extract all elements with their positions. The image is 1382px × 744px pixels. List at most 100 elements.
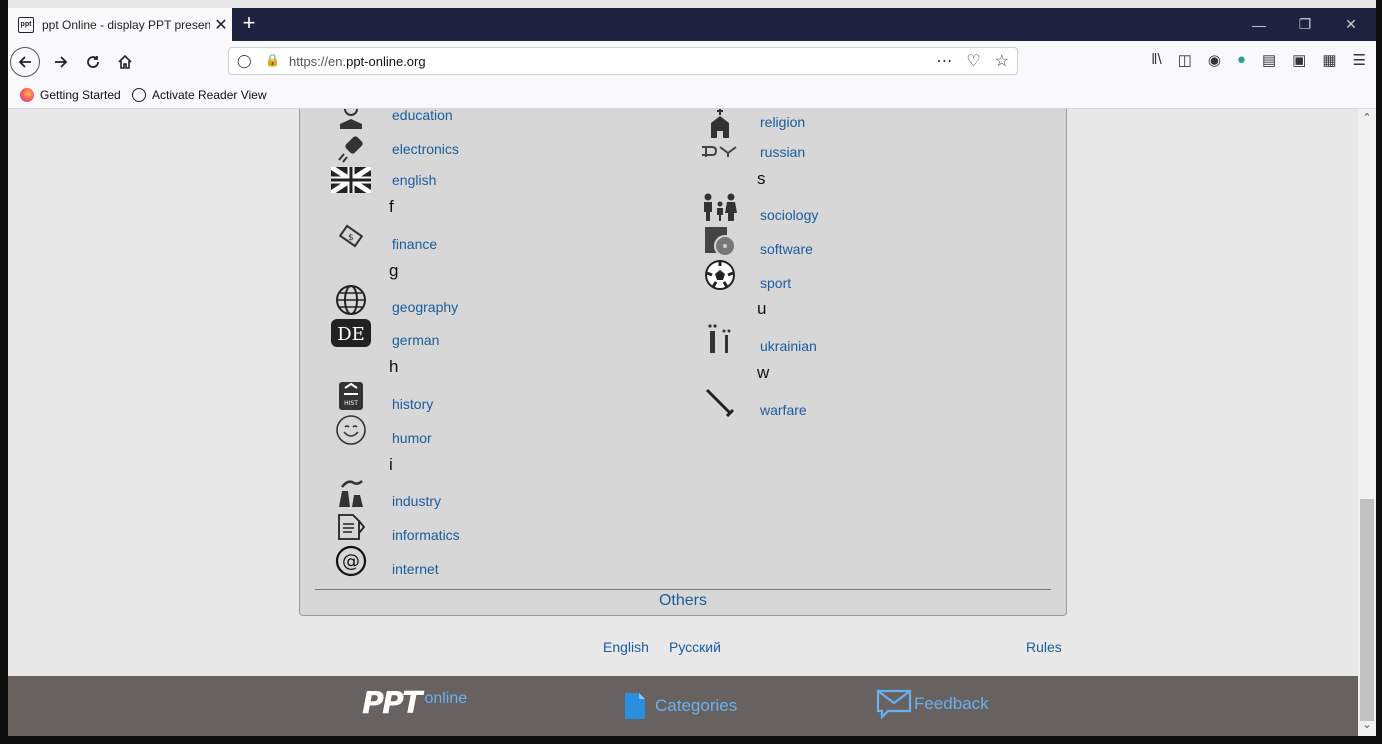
history-icon: HIST bbox=[331, 379, 371, 413]
category-link-industry[interactable]: industry bbox=[392, 493, 441, 509]
bookmark-star-icon[interactable]: ☆ bbox=[995, 51, 1009, 71]
url-text[interactable]: https://en.ppt-online.org bbox=[289, 54, 426, 69]
category-link-sociology[interactable]: sociology bbox=[760, 207, 818, 223]
categories-label: Categories bbox=[655, 696, 738, 715]
home-icon bbox=[118, 54, 132, 69]
education-icon bbox=[331, 109, 371, 134]
informatics-icon bbox=[331, 510, 371, 544]
page-viewport: education electronics english f $ financ… bbox=[8, 109, 1358, 744]
reader-icon[interactable]: ▤ bbox=[1262, 51, 1276, 69]
letter-heading-u: u bbox=[757, 299, 767, 318]
tracking-shield-icon[interactable]: ◯ bbox=[237, 53, 252, 69]
feedback-label: Feedback bbox=[914, 694, 989, 713]
category-link-internet[interactable]: internet bbox=[392, 561, 439, 577]
ppt-favicon-icon: ppt bbox=[18, 16, 34, 33]
scroll-down-icon[interactable]: ⌄ bbox=[1358, 718, 1376, 734]
scroll-up-icon[interactable]: ⌃ bbox=[1358, 111, 1376, 127]
letter-heading-w: w bbox=[757, 363, 770, 382]
letter-heading-i: i bbox=[389, 455, 393, 474]
reload-icon bbox=[87, 56, 99, 68]
category-link-humor[interactable]: humor bbox=[392, 430, 432, 446]
bookmark-label: Getting Started bbox=[40, 88, 121, 102]
category-link-software[interactable]: software bbox=[760, 241, 813, 257]
url-prefix: https://en. bbox=[289, 54, 347, 69]
feedback-link[interactable]: Feedback bbox=[876, 689, 989, 719]
restore-icon[interactable]: ❐ bbox=[1282, 8, 1328, 41]
sword-icon bbox=[700, 386, 740, 420]
letter-heading-s: s bbox=[757, 169, 766, 188]
book-icon[interactable]: ▣ bbox=[1292, 51, 1306, 69]
category-link-german[interactable]: german bbox=[392, 332, 439, 348]
ball-icon bbox=[700, 258, 740, 292]
category-link-russian[interactable]: russian bbox=[760, 144, 805, 160]
bookmark-activate-reader-view[interactable]: Activate Reader View bbox=[132, 88, 267, 102]
window-frame-left bbox=[0, 0, 8, 744]
url-bar[interactable]: ◯ 🔒 https://en.ppt-online.org ⋯ ♡ ☆ bbox=[228, 47, 1018, 75]
category-link-ukrainian[interactable]: ukrainian bbox=[760, 338, 817, 354]
category-link-history[interactable]: history bbox=[392, 396, 433, 412]
uk-flag-icon bbox=[331, 163, 371, 197]
lock-icon[interactable]: 🔒 bbox=[265, 53, 280, 67]
letter-heading-f: f bbox=[389, 197, 394, 216]
scroll-thumb[interactable] bbox=[1360, 499, 1374, 721]
category-link-informatics[interactable]: informatics bbox=[392, 527, 460, 543]
menu-icon[interactable]: ☰ bbox=[1353, 51, 1366, 69]
categories-panel: education electronics english f $ financ… bbox=[299, 109, 1067, 616]
addons-icon[interactable]: ▦ bbox=[1322, 51, 1336, 69]
home-button[interactable] bbox=[110, 47, 140, 77]
letter-heading-g: g bbox=[389, 261, 399, 280]
account-icon[interactable]: ◉ bbox=[1208, 51, 1221, 69]
category-link-finance[interactable]: finance bbox=[392, 236, 437, 252]
globe-icon bbox=[331, 283, 371, 317]
library-icon[interactable]: ‖\ bbox=[1151, 51, 1161, 69]
back-arrow-icon bbox=[18, 56, 31, 68]
rules-link[interactable]: Rules bbox=[1026, 639, 1062, 655]
category-link-geography[interactable]: geography bbox=[392, 299, 458, 315]
titlebar: ppt ppt Online - display PPT presen ✕ + … bbox=[8, 8, 1376, 41]
family-icon bbox=[700, 190, 740, 224]
window-frame-right bbox=[1376, 0, 1382, 744]
pocket-icon[interactable]: ♡ bbox=[966, 51, 980, 71]
sidebar-icon[interactable]: ◫ bbox=[1178, 51, 1192, 69]
category-link-english[interactable]: english bbox=[392, 172, 436, 188]
forward-button[interactable] bbox=[46, 47, 76, 77]
logo-suffix: online bbox=[424, 689, 468, 707]
tab-active[interactable]: ppt ppt Online - display PPT presen ✕ bbox=[8, 8, 232, 41]
software-icon bbox=[700, 224, 740, 258]
reload-button[interactable] bbox=[78, 47, 108, 77]
lang-english-link[interactable]: English bbox=[603, 639, 649, 655]
envelope-icon bbox=[876, 689, 912, 719]
bookmark-getting-started[interactable]: Getting Started bbox=[20, 88, 121, 102]
extension-icon[interactable]: ● bbox=[1237, 51, 1246, 69]
back-button[interactable] bbox=[10, 47, 40, 77]
category-link-warfare[interactable]: warfare bbox=[760, 402, 807, 418]
bookmark-label: Activate Reader View bbox=[152, 88, 267, 102]
minimize-icon[interactable]: — bbox=[1236, 8, 1282, 41]
others-link[interactable]: Others bbox=[300, 592, 1066, 610]
new-tab-button[interactable]: + bbox=[238, 12, 260, 36]
svg-text:$: $ bbox=[348, 233, 354, 243]
smiley-icon bbox=[331, 413, 371, 447]
category-link-electronics[interactable]: electronics bbox=[392, 141, 459, 157]
forward-arrow-icon bbox=[55, 56, 68, 68]
svg-text:DE: DE bbox=[337, 324, 365, 345]
firefox-icon bbox=[20, 88, 34, 102]
home-logo-link[interactable]: PPT online bbox=[362, 686, 467, 721]
globe-icon bbox=[132, 88, 146, 102]
category-link-religion[interactable]: religion bbox=[760, 114, 805, 130]
close-icon[interactable]: ✕ bbox=[212, 15, 230, 35]
electronics-icon bbox=[331, 132, 371, 166]
category-link-education[interactable]: education bbox=[392, 109, 453, 123]
window-close-icon[interactable]: ✕ bbox=[1328, 8, 1374, 41]
os-taskbar bbox=[8, 736, 1376, 744]
categories-link[interactable]: Categories bbox=[624, 692, 737, 720]
category-link-sport[interactable]: sport bbox=[760, 275, 791, 291]
lang-russian-link[interactable]: Русский bbox=[669, 639, 721, 655]
letter-heading-h: h bbox=[389, 357, 399, 376]
bottom-navigation-bar: PPT online Categories Feedback bbox=[8, 676, 1358, 736]
page-scrollbar[interactable]: ⌃ ⌄ bbox=[1358, 109, 1376, 736]
ppt-logo: PPT bbox=[362, 686, 422, 721]
at-icon: @ bbox=[331, 544, 371, 578]
document-icon bbox=[625, 693, 645, 719]
more-actions-icon[interactable]: ⋯ bbox=[936, 51, 952, 71]
